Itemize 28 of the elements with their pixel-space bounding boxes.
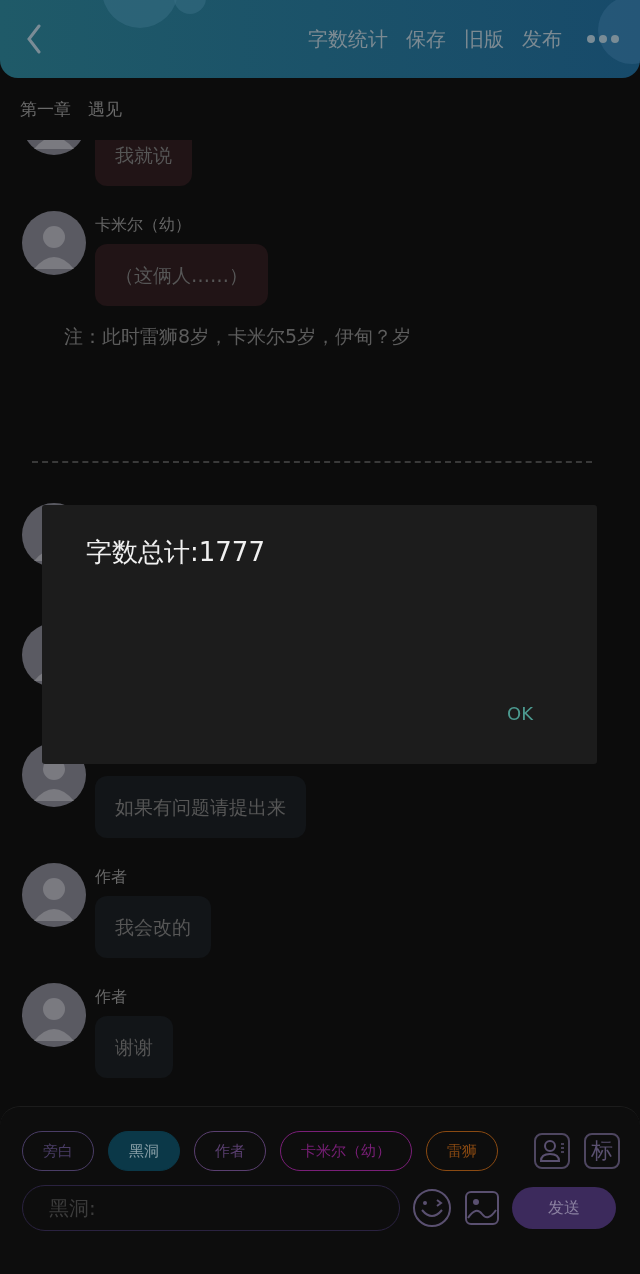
author-name: 卡米尔（幼）	[95, 215, 191, 234]
more-icon	[586, 34, 620, 44]
tag-button[interactable]: 标	[584, 1133, 620, 1169]
author-name: 作者	[95, 867, 127, 886]
header-action[interactable]: 发布	[522, 25, 562, 53]
message-bubble: 谢谢	[95, 1016, 173, 1078]
bubble-decoration	[598, 0, 640, 64]
send-button[interactable]: 发送	[512, 1187, 616, 1229]
avatar[interactable]	[22, 211, 86, 275]
header-action[interactable]: 字数统计	[308, 25, 388, 53]
emoji-icon[interactable]	[412, 1188, 452, 1228]
ok-button[interactable]: OK	[503, 701, 537, 726]
avatar[interactable]	[22, 983, 86, 1047]
dialog-message: 字数总计:1777	[86, 536, 266, 569]
character-card-button[interactable]	[534, 1133, 570, 1169]
back-icon	[26, 24, 42, 54]
role-chip[interactable]: 黑洞	[108, 1131, 180, 1171]
message-bubble: （这俩人……）	[95, 244, 268, 306]
message-bubble: 我就说	[95, 140, 192, 186]
message-bubble: 如果有问题请提出来	[95, 776, 306, 838]
message-bubble: 我会改的	[95, 896, 211, 958]
image-icon[interactable]	[464, 1190, 500, 1226]
header-action[interactable]: 旧版	[464, 25, 504, 53]
narration-note: 注：此时雷狮8岁，卡米尔5岁，伊甸？岁	[63, 324, 413, 349]
header-action[interactable]: 保存	[406, 25, 446, 53]
author-name: 作者	[95, 987, 127, 1006]
avatar[interactable]	[22, 863, 86, 927]
chapter-title: 第一章 遇见	[19, 97, 123, 121]
